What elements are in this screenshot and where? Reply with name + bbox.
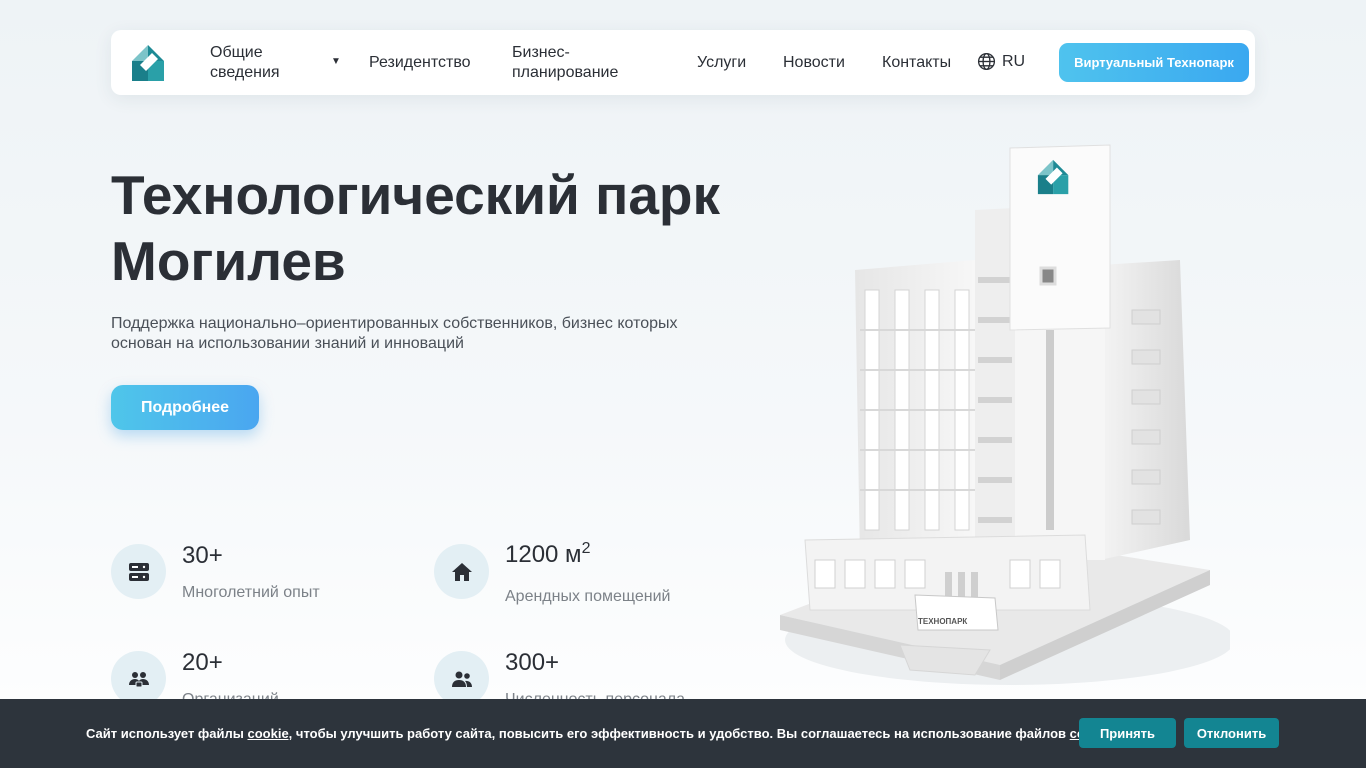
nav-contacts[interactable]: Контакты — [882, 53, 951, 73]
globe-icon — [977, 52, 996, 71]
virtual-technopark-button[interactable]: Виртуальный Технопарк — [1059, 43, 1249, 82]
stat-value: 20+ — [182, 649, 223, 676]
stat-value: 1200 м2 — [505, 540, 591, 568]
stat-value: 30+ — [182, 542, 223, 569]
hero-title: Технологический парк Могилев — [111, 164, 721, 292]
stat-label: Арендных помещений — [505, 588, 671, 605]
building-illustration: ТЕХНОПАРК — [780, 144, 1230, 685]
stat-value: 300+ — [505, 649, 560, 676]
building-sign: ТЕХНОПАРК — [918, 617, 967, 626]
organizations-icon — [111, 651, 166, 706]
hero-description: Поддержка национально–ориентированных со… — [111, 315, 678, 352]
nav-business-planning[interactable]: Бизнес-планирование — [512, 43, 642, 83]
people-icon — [434, 651, 489, 706]
language-label: RU — [1002, 52, 1026, 70]
stat-label: Многолетний опыт — [182, 584, 320, 601]
nav-residency[interactable]: Резидентство — [369, 53, 471, 73]
chevron-down-icon[interactable]: ▼ — [331, 56, 341, 67]
nav-news[interactable]: Новости — [783, 53, 845, 73]
decline-cookies-button[interactable]: Отклонить — [1184, 718, 1279, 748]
server-icon — [111, 544, 166, 599]
more-button[interactable]: Подробнее — [111, 385, 259, 430]
accept-cookies-button[interactable]: Принять — [1079, 718, 1176, 748]
technopark-logo[interactable] — [130, 43, 166, 83]
cookie-link[interactable]: cookie, — [248, 726, 293, 741]
stat-value-sup: 2 — [581, 540, 591, 557]
language-switcher[interactable]: RU — [977, 52, 1025, 71]
cookie-banner: Сайт использует файлы cookie, чтобы улуч… — [0, 699, 1366, 768]
cookie-text: Сайт использует файлы cookie, чтобы улуч… — [86, 726, 1114, 741]
home-icon — [434, 544, 489, 599]
site-header: Общие сведения ▼ Резидентство Бизнес-пла… — [111, 30, 1255, 95]
nav-general[interactable]: Общие сведения — [210, 43, 320, 83]
nav-services[interactable]: Услуги — [697, 53, 746, 73]
